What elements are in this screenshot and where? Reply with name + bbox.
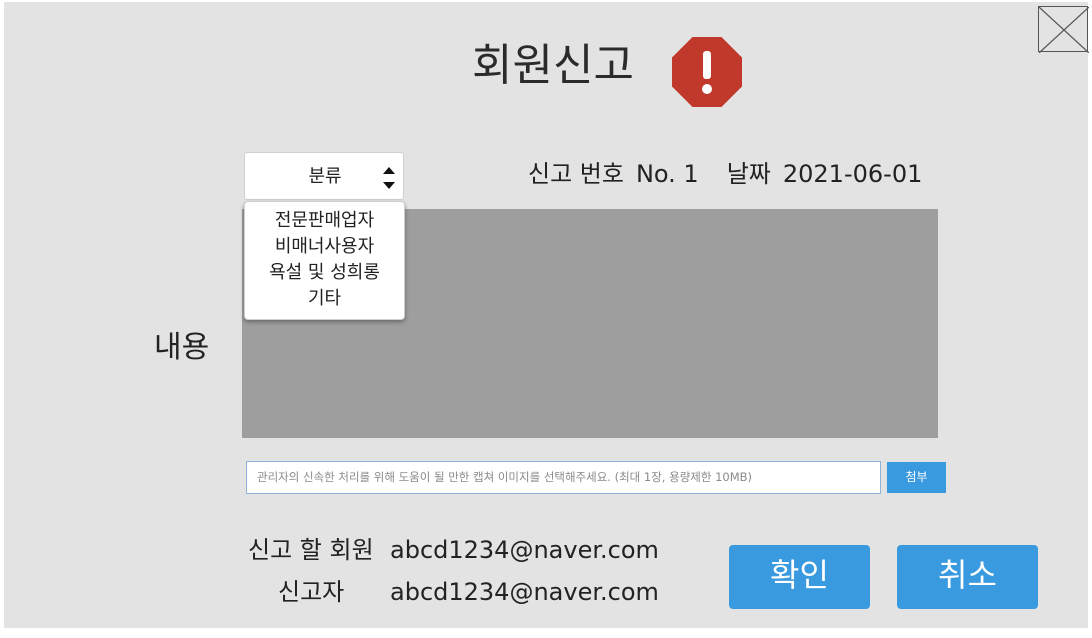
report-number-value: No. 1 — [635, 160, 699, 188]
category-select-label: 분류 — [308, 166, 342, 187]
cancel-button[interactable]: 취소 — [897, 545, 1038, 609]
close-icon[interactable] — [1038, 6, 1089, 53]
confirm-button[interactable]: 확인 — [729, 545, 870, 609]
category-select[interactable]: 분류 — [244, 152, 404, 200]
reporter-value: abcd1234@naver.com — [390, 578, 659, 606]
category-option-bad-manners[interactable]: 비매너사용자 — [245, 234, 404, 260]
reported-member-label: 신고 할 회원 — [248, 536, 374, 564]
content-label: 내용 — [154, 330, 210, 365]
date-value: 2021-06-01 — [782, 160, 923, 188]
category-option-professional-seller[interactable]: 전문판매업자 — [245, 208, 404, 234]
page-title: 회원신고 — [472, 40, 634, 91]
report-dialog: 회원신고 분류 신고 번호 No. 1 날짜 2021-06-01 내용 전문판매업자… — [4, 2, 1089, 628]
attach-button[interactable]: 첨부 — [887, 462, 946, 493]
date-label: 날짜 — [726, 160, 771, 188]
warning-icon — [672, 37, 742, 107]
sort-down-icon — [383, 182, 395, 189]
report-meta: 신고 번호 No. 1 날짜 2021-06-01 — [528, 158, 922, 190]
reported-member-row: 신고 할 회원 abcd1234@naver.com — [248, 532, 668, 568]
reporter-label: 신고자 — [278, 578, 345, 606]
category-dropdown: 전문판매업자 비매너사용자 욕설 및 성희롱 기타 — [244, 201, 405, 320]
category-option-other[interactable]: 기타 — [245, 286, 404, 312]
sort-up-icon — [383, 167, 395, 174]
reported-member-value: abcd1234@naver.com — [390, 536, 659, 564]
attachment-input[interactable]: 관리자의 신속한 처리를 위해 도움이 될 만한 캡쳐 이미지를 선택해주세요.… — [246, 461, 881, 494]
report-number-label: 신고 번호 — [528, 160, 624, 188]
category-option-harassment[interactable]: 욕설 및 성희롱 — [245, 260, 404, 286]
reporter-row: 신고자 abcd1234@naver.com — [248, 574, 668, 610]
